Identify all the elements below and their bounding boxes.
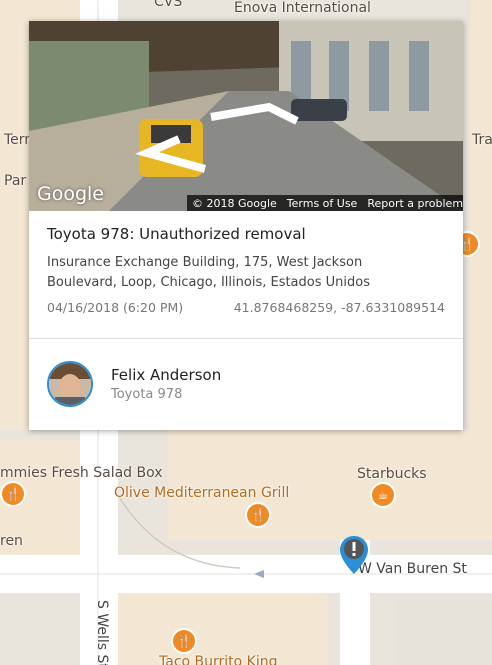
report-problem-link[interactable]: Report a problem <box>362 197 463 210</box>
restaurant-icon[interactable]: 🍴 <box>173 630 195 652</box>
map-label-cvs: CVS <box>154 0 183 10</box>
map-label-par: Par <box>4 173 27 189</box>
street-label-van-buren: W Van Buren St <box>358 561 467 577</box>
map-label-ren: ren <box>0 533 23 549</box>
map-label-tra: Tra <box>472 132 492 148</box>
driver-name: Felix Anderson <box>111 366 222 384</box>
map-label-enova: Enova International <box>234 0 371 16</box>
event-title: Toyota 978: Unauthorized removal <box>47 225 306 243</box>
avatar <box>47 361 93 407</box>
copyright-text: © 2018 Google <box>192 196 277 210</box>
event-details: Toyota 978: Unauthorized removal Insuran… <box>29 211 463 339</box>
restaurant-icon[interactable]: 🍴 <box>2 483 24 505</box>
restaurant-icon[interactable]: 🍴 <box>247 504 269 526</box>
driver-row[interactable]: Felix Anderson Toyota 978 <box>29 339 463 429</box>
street-view-image[interactable]: Google © 2018 Google Terms of Use Report… <box>29 21 463 211</box>
street-label-wells: S Wells St <box>94 600 110 665</box>
terms-of-use-link[interactable]: Terms of Use <box>282 197 363 210</box>
event-info-card: Google © 2018 Google Terms of Use Report… <box>29 21 463 430</box>
map-label-olive-grill: Olive Mediterranean Grill <box>114 485 290 501</box>
event-coordinates: 41.8768468259, -87.6331089514 <box>233 300 445 315</box>
event-meta: 04/16/2018 (6:20 PM) 41.8768468259, -87.… <box>47 300 445 315</box>
map-label-starbucks: Starbucks <box>357 466 427 482</box>
street-view-footer: © 2018 Google Terms of Use Report a prob… <box>187 195 463 211</box>
event-datetime: 04/16/2018 (6:20 PM) <box>47 300 184 315</box>
google-logo: Google <box>37 183 105 205</box>
map-label-taco-burrito: Taco Burrito King <box>159 654 278 665</box>
driver-vehicle: Toyota 978 <box>111 387 183 402</box>
map-label-salad-box: mmies Fresh Salad Box <box>0 465 163 481</box>
coffee-cup-icon[interactable]: ☕ <box>372 484 394 506</box>
alert-marker-icon[interactable] <box>339 535 369 575</box>
event-address: Insurance Exchange Building, 175, West J… <box>47 255 370 290</box>
